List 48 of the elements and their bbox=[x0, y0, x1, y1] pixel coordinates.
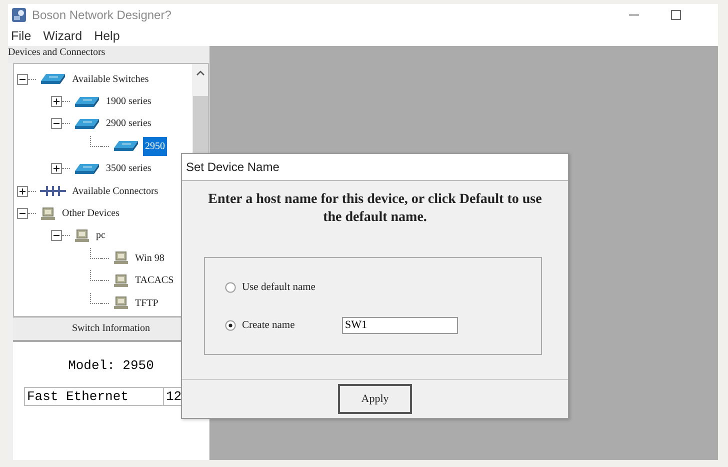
table-cell: Fast Ethernet bbox=[25, 388, 164, 405]
menu-item[interactable]: Help bbox=[94, 29, 120, 43]
tree-item[interactable]: TFTP bbox=[133, 296, 160, 311]
tree-item[interactable]: 2950 bbox=[143, 136, 167, 156]
switch-icon bbox=[74, 118, 100, 130]
switch-icon bbox=[40, 73, 66, 86]
computer-icon bbox=[113, 274, 129, 288]
tree-item[interactable]: Available Switches bbox=[70, 72, 151, 87]
computer-icon bbox=[113, 296, 129, 310]
switch-icon bbox=[74, 162, 100, 175]
radio-button[interactable] bbox=[225, 282, 236, 292]
connector-icon bbox=[40, 185, 66, 198]
table-cell-text: 12 bbox=[165, 388, 183, 405]
collapse-icon[interactable] bbox=[17, 208, 28, 220]
maximize-icon bbox=[670, 9, 682, 21]
option-label: Create name bbox=[242, 320, 296, 330]
tree-item[interactable]: 1900 series bbox=[104, 94, 154, 110]
dialog-title: Set Device Name bbox=[182, 154, 568, 181]
tree-item[interactable]: Available Connectors bbox=[70, 184, 160, 199]
computer-icon bbox=[113, 251, 129, 266]
window-title: Boson Network Designer? bbox=[32, 8, 172, 22]
apply-button[interactable]: Apply bbox=[338, 384, 412, 414]
tree-item[interactable]: TACACS bbox=[133, 273, 176, 288]
collapse-icon[interactable] bbox=[17, 74, 28, 85]
menu-item[interactable]: File bbox=[11, 29, 32, 43]
expand-icon[interactable] bbox=[51, 163, 62, 174]
radio-button[interactable] bbox=[225, 320, 236, 330]
switch-icon bbox=[74, 96, 100, 108]
scroll-up-icon bbox=[196, 70, 204, 76]
tree-item[interactable]: Other Devices bbox=[60, 206, 122, 222]
model-text: Model: 2950 bbox=[67, 358, 155, 373]
collapse-icon[interactable] bbox=[51, 230, 62, 242]
panel-title: Devices and Connectors bbox=[8, 46, 209, 63]
tree-item[interactable]: Win 98 bbox=[133, 250, 166, 266]
switch-icon bbox=[113, 140, 139, 152]
tree-item[interactable]: 2900 series bbox=[104, 116, 154, 132]
tree-item[interactable]: pc bbox=[94, 228, 108, 244]
app-icon bbox=[12, 8, 26, 22]
option-label: Use default name bbox=[242, 282, 316, 292]
expand-icon[interactable] bbox=[17, 186, 28, 197]
name-field[interactable]: SW1 bbox=[342, 316, 458, 334]
collapse-icon[interactable] bbox=[51, 118, 62, 130]
computer-icon bbox=[40, 206, 56, 221]
menu-item[interactable]: Wizard bbox=[43, 29, 82, 43]
tree-item[interactable]: 3500 series bbox=[104, 161, 154, 176]
expand-icon[interactable] bbox=[51, 96, 62, 108]
computer-icon bbox=[74, 228, 90, 243]
prompt-text: Enter a host name for this device, or click Default to use the default name. bbox=[207, 191, 543, 227]
